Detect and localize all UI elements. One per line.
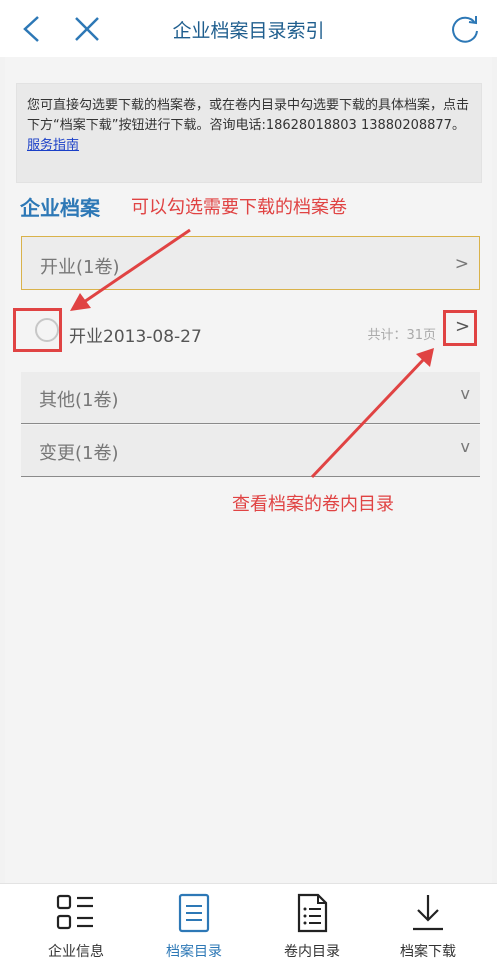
group-opening[interactable]: 开业(1卷) > bbox=[21, 236, 480, 290]
section-title: 企业档案 bbox=[20, 196, 100, 220]
chevron-down-icon: v bbox=[460, 384, 470, 403]
page-title: 企业档案目录索引 bbox=[172, 20, 325, 42]
list-icon bbox=[56, 894, 93, 930]
notice-text: 您可直接勾选要下载的档案卷，或在卷内目录中勾选要下载的具体档案，点击下方“档案下… bbox=[27, 98, 470, 133]
view-hint-annotation: 查看档案的卷内目录 bbox=[232, 494, 394, 515]
page-count: 共计：31页 bbox=[367, 328, 436, 343]
bottom-tab-bar: 企业信息 档案目录 卷内目录 档案下载 bbox=[0, 883, 497, 971]
download-icon bbox=[413, 895, 443, 931]
chevron-right-icon: > bbox=[454, 254, 469, 274]
service-guide-link[interactable]: 服务指南 bbox=[27, 138, 79, 153]
tab-label: 档案下载 bbox=[400, 944, 456, 960]
group-label: 变更(1卷) bbox=[39, 443, 119, 464]
tab-archive-catalog[interactable]: 档案目录 bbox=[132, 884, 256, 971]
select-hint-annotation: 可以勾选需要下载的档案卷 bbox=[131, 197, 347, 218]
group-label: 开业(1卷) bbox=[40, 257, 120, 278]
notice-box: 您可直接勾选要下载的档案卷，或在卷内目录中勾选要下载的具体档案，点击下方“档案下… bbox=[16, 83, 482, 183]
chevron-down-icon: v bbox=[460, 437, 470, 456]
group-other[interactable]: 其他(1卷) v bbox=[21, 372, 480, 424]
top-bar: 企业档案目录索引 bbox=[0, 0, 497, 57]
view-detail-button[interactable]: > bbox=[443, 310, 477, 346]
archive-item-label: 开业2013-08-27 bbox=[69, 327, 202, 347]
file-list-icon bbox=[297, 893, 328, 933]
archive-item-row: 开业2013-08-27 共计：31页 > bbox=[13, 300, 480, 362]
tab-volume-catalog[interactable]: 卷内目录 bbox=[250, 884, 374, 971]
tab-label: 卷内目录 bbox=[284, 944, 340, 960]
select-radio[interactable] bbox=[35, 318, 59, 342]
chevron-right-icon: > bbox=[455, 316, 471, 337]
group-label: 其他(1卷) bbox=[39, 390, 119, 411]
document-icon bbox=[178, 893, 210, 933]
refresh-icon[interactable] bbox=[449, 13, 481, 45]
group-change[interactable]: 变更(1卷) v bbox=[21, 425, 480, 477]
tab-archive-download[interactable]: 档案下载 bbox=[366, 884, 490, 971]
tab-label: 档案目录 bbox=[166, 944, 222, 960]
main-content: 您可直接勾选要下载的档案卷，或在卷内目录中勾选要下载的具体档案，点击下方“档案下… bbox=[5, 57, 492, 883]
tab-company-info[interactable]: 企业信息 bbox=[14, 884, 138, 971]
tab-label: 企业信息 bbox=[48, 944, 104, 960]
